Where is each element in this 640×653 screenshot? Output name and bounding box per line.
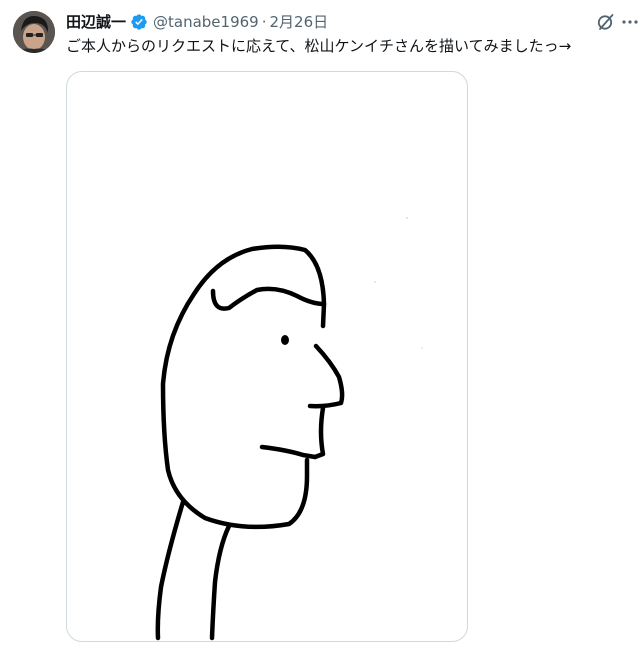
tweet-header: 田辺誠一 @tanabe1969 · 2月26日 — [66, 12, 328, 32]
tweet-media-image[interactable] — [66, 71, 468, 642]
tweet-text: ご本人からのリクエストに応えて、松山ケンイチさんを描いてみましたっ→ — [66, 37, 572, 55]
verified-badge-icon — [130, 13, 148, 31]
author-handle[interactable]: @tanabe1969 — [153, 12, 259, 32]
avatar-photo — [13, 11, 55, 53]
header-separator: · — [261, 13, 267, 31]
more-horizontal-icon[interactable] — [620, 12, 640, 32]
post-timestamp[interactable]: 2月26日 — [270, 12, 329, 32]
portrait-drawing — [155, 217, 423, 641]
author-name[interactable]: 田辺誠一 — [66, 12, 126, 32]
avatar[interactable] — [13, 11, 55, 53]
grok-icon[interactable] — [596, 12, 616, 32]
